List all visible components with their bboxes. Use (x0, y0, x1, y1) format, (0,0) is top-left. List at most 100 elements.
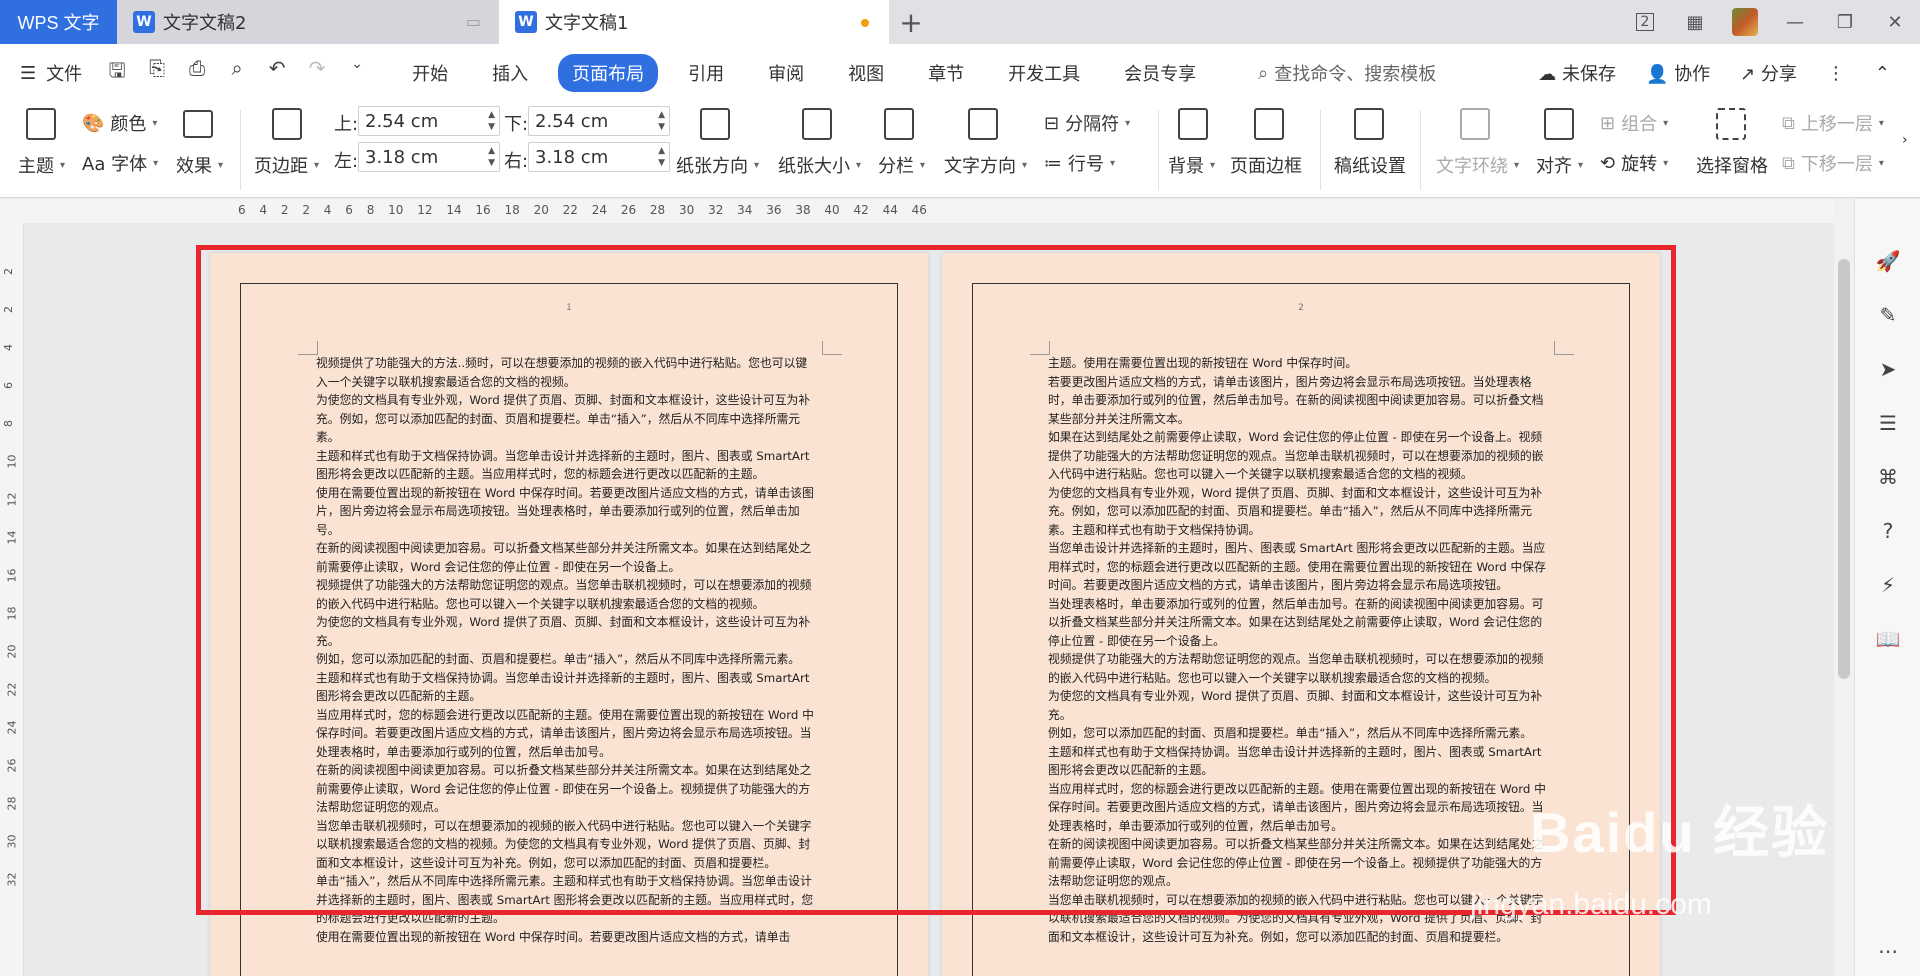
help-icon[interactable]: ? (1875, 519, 1901, 545)
redo-icon[interactable]: ↷ (304, 56, 330, 90)
chevron-down-icon: ▾ (1210, 159, 1216, 171)
file-menu[interactable]: ☰ 文件 (20, 60, 82, 86)
book-icon[interactable]: 📖 (1875, 627, 1901, 653)
scrollbar-thumb[interactable] (1838, 259, 1850, 679)
hamburger-icon: ☰ (20, 62, 37, 84)
print-icon[interactable]: ⎙ (184, 56, 210, 90)
bring-forward-label: 上移一层 (1800, 114, 1873, 135)
translate-icon[interactable]: ⌘ (1875, 465, 1901, 491)
background-button[interactable]: 背景 ▾ (1168, 152, 1215, 178)
restore-icon[interactable]: ❐ (1820, 0, 1870, 44)
text-wrap-button[interactable]: 文字环绕 ▾ (1436, 152, 1519, 178)
more-icon[interactable]: ⋯ (1875, 939, 1901, 965)
bring-forward-button[interactable]: ⧉ 上移一层 ▾ (1782, 110, 1884, 136)
chevron-down-icon: ▾ (60, 159, 66, 171)
line-number-button[interactable]: ≔ 行号 ▾ (1044, 150, 1115, 176)
rotate-button[interactable]: ⟲ 旋转 ▾ (1600, 150, 1668, 176)
grid-icon[interactable]: ▦ (1670, 0, 1720, 44)
align-label: 对齐 (1536, 156, 1572, 177)
doc-tab-2[interactable]: W 文字文稿2 ▭ (117, 0, 499, 44)
manuscript-button[interactable]: 稿纸设置 (1334, 152, 1406, 178)
effect-label: 效果 (176, 156, 212, 177)
sliders-icon[interactable]: ☰ (1875, 411, 1901, 437)
cursor-icon[interactable]: ➤ (1875, 357, 1901, 383)
vertical-ruler[interactable]: 2 2 4 6 8 10 12 14 16 18 20 22 24 26 28 … (0, 223, 24, 976)
stepper-icon[interactable]: ▲ ▼ (488, 109, 495, 133)
ribbon-divider (1158, 110, 1159, 190)
share-button[interactable]: ↗ 分享 (1740, 60, 1797, 86)
text-direction-icon (968, 108, 998, 140)
group-icon: ⊞ (1600, 112, 1616, 134)
chevron-down-icon: ▾ (1663, 117, 1669, 129)
ruler-number: 12 (5, 492, 19, 507)
window-count-button[interactable]: 2 (1620, 0, 1670, 44)
stepper-icon[interactable]: ▲ ▼ (658, 109, 665, 133)
text-direction-button[interactable]: 文字方向 ▾ (944, 152, 1027, 178)
selection-pane-button[interactable]: 选择窗格 (1696, 152, 1768, 178)
page-border-button[interactable]: 页面边框 (1230, 152, 1302, 178)
share-icon: ↗ (1740, 64, 1761, 85)
tab-developer[interactable]: 开发工具 (994, 54, 1094, 92)
align-button[interactable]: 对齐 ▾ (1536, 152, 1583, 178)
top-margin-input[interactable]: 2.54 cm ▲ ▼ (358, 106, 500, 136)
pen-icon[interactable]: ✎ (1875, 303, 1901, 329)
collab-button[interactable]: 👤 协作 (1646, 60, 1710, 86)
chevron-down-icon: ▾ (1110, 157, 1116, 169)
chevron-down-icon: ▾ (1578, 159, 1584, 171)
ruler-number: 26 (5, 758, 19, 773)
avatar[interactable] (1720, 0, 1770, 44)
effect-button[interactable]: 效果 ▾ (176, 152, 223, 178)
minimize-icon[interactable]: — (1770, 0, 1820, 44)
right-margin-input[interactable]: 3.18 cm ▲ ▼ (528, 142, 670, 172)
unsaved-button[interactable]: ☁ 未保存 (1538, 60, 1616, 86)
chevron-down-icon: ▾ (152, 117, 158, 129)
chevron-down-icon[interactable]: ⌄ (344, 56, 370, 90)
app-tab[interactable]: WPS 文字 (0, 0, 117, 44)
font-button[interactable]: Aa 字体 ▾ (82, 150, 158, 176)
paper-size-button[interactable]: 纸张大小 ▾ (778, 152, 861, 178)
print-preview-icon[interactable]: ⌕ (224, 56, 250, 90)
save-icon[interactable]: 🖫 (104, 56, 130, 90)
tab-references[interactable]: 引用 (674, 54, 738, 92)
page-1[interactable]: 1 视频提供了功能强大的方法..频时，可以在想要添加的视频的嵌入代码中进行粘贴。… (210, 253, 928, 976)
group-button[interactable]: ⊞ 组合 ▾ (1600, 110, 1668, 136)
collapse-ribbon-icon[interactable]: ⌃ (1875, 63, 1890, 84)
bottom-margin-input[interactable]: 2.54 cm ▲ ▼ (528, 106, 670, 136)
columns-button[interactable]: 分栏 ▾ (878, 152, 925, 178)
more-icon[interactable]: ⋮ (1827, 63, 1845, 84)
theme-button[interactable]: 主题 ▾ (18, 152, 65, 178)
tab-view[interactable]: 视图 (834, 54, 898, 92)
left-margin-input[interactable]: 3.18 cm ▲ ▼ (358, 142, 500, 172)
separator-button[interactable]: ⊟ 分隔符 ▾ (1044, 110, 1130, 136)
tab-review[interactable]: 审阅 (754, 54, 818, 92)
tab-page-layout[interactable]: 页面布局 (558, 54, 659, 92)
ribbon-scroll-right-icon[interactable]: › (1902, 132, 1908, 148)
bottom-margin-label: 下: (504, 114, 529, 135)
stepper-icon[interactable]: ▲ ▼ (658, 145, 665, 169)
tab-member[interactable]: 会员专享 (1110, 54, 1210, 92)
horizontal-ruler[interactable]: 6 4 2 2 4 6 8 10 12 14 16 18 20 22 24 26… (0, 199, 1920, 223)
ruler-number: 22 (5, 682, 19, 697)
color-button[interactable]: 🎨 颜色 ▾ (82, 110, 157, 136)
rocket-icon[interactable]: 🚀 (1875, 249, 1901, 275)
stepper-icon[interactable]: ▲ ▼ (488, 145, 495, 169)
tab-insert[interactable]: 插入 (478, 54, 542, 92)
tab-chapter[interactable]: 章节 (914, 54, 978, 92)
orientation-button[interactable]: 纸张方向 ▾ (676, 152, 759, 178)
page-text[interactable]: 视频提供了功能强大的方法..频时，可以在想要添加的视频的嵌入代码中进行粘贴。您也… (316, 354, 816, 976)
doc-tab-1[interactable]: W 文字文稿1 (499, 0, 889, 44)
new-tab-button[interactable]: + (889, 0, 933, 44)
chevron-down-icon: ▾ (153, 157, 159, 169)
send-backward-button[interactable]: ⧉ 下移一层 ▾ (1782, 150, 1884, 176)
lightning-icon[interactable]: ⚡ (1875, 573, 1901, 599)
search-icon: ⌕ (1258, 62, 1269, 84)
export-icon[interactable]: ⎘ (144, 56, 170, 90)
command-search[interactable]: ⌕ 查找命令、搜索模板 (1258, 60, 1436, 86)
tab-home[interactable]: 开始 (398, 54, 462, 92)
manuscript-label: 稿纸设置 (1334, 156, 1406, 177)
margins-button[interactable]: 页边距 ▾ (254, 152, 319, 178)
undo-icon[interactable]: ↶ (264, 56, 290, 90)
close-icon[interactable]: ✕ (1870, 0, 1920, 44)
margin-corner (1554, 341, 1574, 355)
background-icon (1178, 108, 1208, 140)
